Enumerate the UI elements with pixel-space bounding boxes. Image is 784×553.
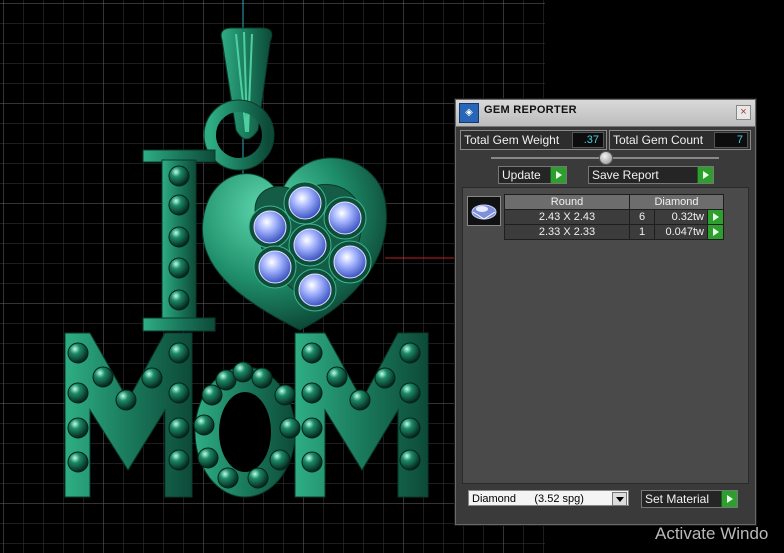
play-icon — [721, 491, 737, 507]
bead — [67, 342, 89, 364]
bead — [399, 449, 421, 471]
bead — [193, 414, 215, 436]
gem-reporter-panel: ◈ GEM REPORTER × Total Gem Weight .37 To… — [455, 99, 756, 525]
bead — [197, 447, 219, 469]
row-count: 1 — [629, 224, 655, 240]
close-button[interactable]: × — [736, 105, 751, 120]
activate-windows-watermark: Activate Windo — [655, 524, 769, 543]
total-gem-weight-value: .37 — [572, 132, 604, 148]
panel-title: GEM REPORTER — [484, 104, 577, 116]
play-icon — [550, 167, 566, 183]
total-gem-count-label: Total Gem Count — [613, 133, 704, 147]
bead — [399, 382, 421, 404]
gem — [333, 245, 367, 279]
material-select[interactable]: Diamond (3.52 spg) — [468, 490, 629, 506]
bead — [301, 382, 323, 404]
update-button[interactable]: Update — [498, 166, 567, 184]
report-area: Round Diamond 2.43 X 2.43 6 0.32tw 2.33 … — [462, 187, 749, 484]
bead — [67, 451, 89, 473]
bead — [168, 289, 190, 311]
header-material: Diamond — [629, 194, 724, 210]
gem — [253, 210, 287, 244]
header-shape: Round — [504, 194, 630, 210]
bead — [349, 389, 371, 411]
bead — [279, 417, 301, 439]
bead — [251, 367, 273, 389]
play-icon — [697, 167, 713, 183]
bead — [168, 342, 190, 364]
bead — [115, 389, 137, 411]
total-gem-count-value: 7 — [714, 132, 748, 148]
table-row[interactable]: 2.43 X 2.43 6 0.32tw — [504, 209, 724, 225]
round-gem-thumbnail[interactable] — [467, 196, 501, 226]
gem — [258, 250, 292, 284]
row-weight: 0.047tw — [654, 224, 708, 240]
bead — [67, 417, 89, 439]
bead — [67, 382, 89, 404]
bead — [269, 449, 291, 471]
bead — [301, 417, 323, 439]
bead — [168, 165, 190, 187]
bead — [141, 367, 163, 389]
bead — [168, 257, 190, 279]
bead — [92, 366, 114, 388]
bead — [168, 417, 190, 439]
chevron-down-icon — [612, 492, 627, 506]
bead — [168, 382, 190, 404]
slider-thumb[interactable] — [599, 151, 613, 165]
total-gem-weight-label: Total Gem Weight — [464, 133, 560, 147]
gem — [288, 186, 322, 220]
row-size: 2.43 X 2.43 — [504, 209, 630, 225]
total-gem-weight: Total Gem Weight .37 — [460, 130, 607, 150]
gem-reporter-icon: ◈ — [459, 103, 479, 123]
bead — [301, 451, 323, 473]
set-material-label: Set Material — [645, 492, 710, 506]
row-select-button[interactable] — [707, 224, 724, 240]
save-report-button[interactable]: Save Report — [588, 166, 714, 184]
bead — [326, 366, 348, 388]
bead — [274, 384, 296, 406]
bead — [374, 367, 396, 389]
row-weight: 0.32tw — [654, 209, 708, 225]
bead — [168, 194, 190, 216]
bead — [232, 361, 254, 383]
table-row[interactable]: 2.33 X 2.33 1 0.047tw — [504, 224, 724, 240]
material-select-value: Diamond (3.52 spg) — [472, 493, 584, 505]
save-report-label: Save Report — [592, 168, 659, 182]
gem — [328, 201, 362, 235]
bead — [247, 467, 269, 489]
row-select-button[interactable] — [707, 209, 724, 225]
set-material-button[interactable]: Set Material — [641, 490, 738, 508]
row-size: 2.33 X 2.33 — [504, 224, 630, 240]
gem — [298, 273, 332, 307]
gem-table: Round Diamond 2.43 X 2.43 6 0.32tw 2.33 … — [504, 194, 724, 240]
table-header-row: Round Diamond — [504, 194, 724, 210]
bead — [399, 417, 421, 439]
diamond-icon — [471, 204, 497, 220]
panel-titlebar[interactable]: ◈ GEM REPORTER × — [456, 100, 755, 127]
gem — [293, 228, 327, 262]
total-gem-count: Total Gem Count 7 — [609, 130, 751, 150]
bead — [168, 226, 190, 248]
bead — [301, 342, 323, 364]
row-count: 6 — [629, 209, 655, 225]
update-label: Update — [502, 168, 541, 182]
bead — [201, 384, 223, 406]
bead — [399, 342, 421, 364]
bead — [168, 449, 190, 471]
bead — [217, 467, 239, 489]
